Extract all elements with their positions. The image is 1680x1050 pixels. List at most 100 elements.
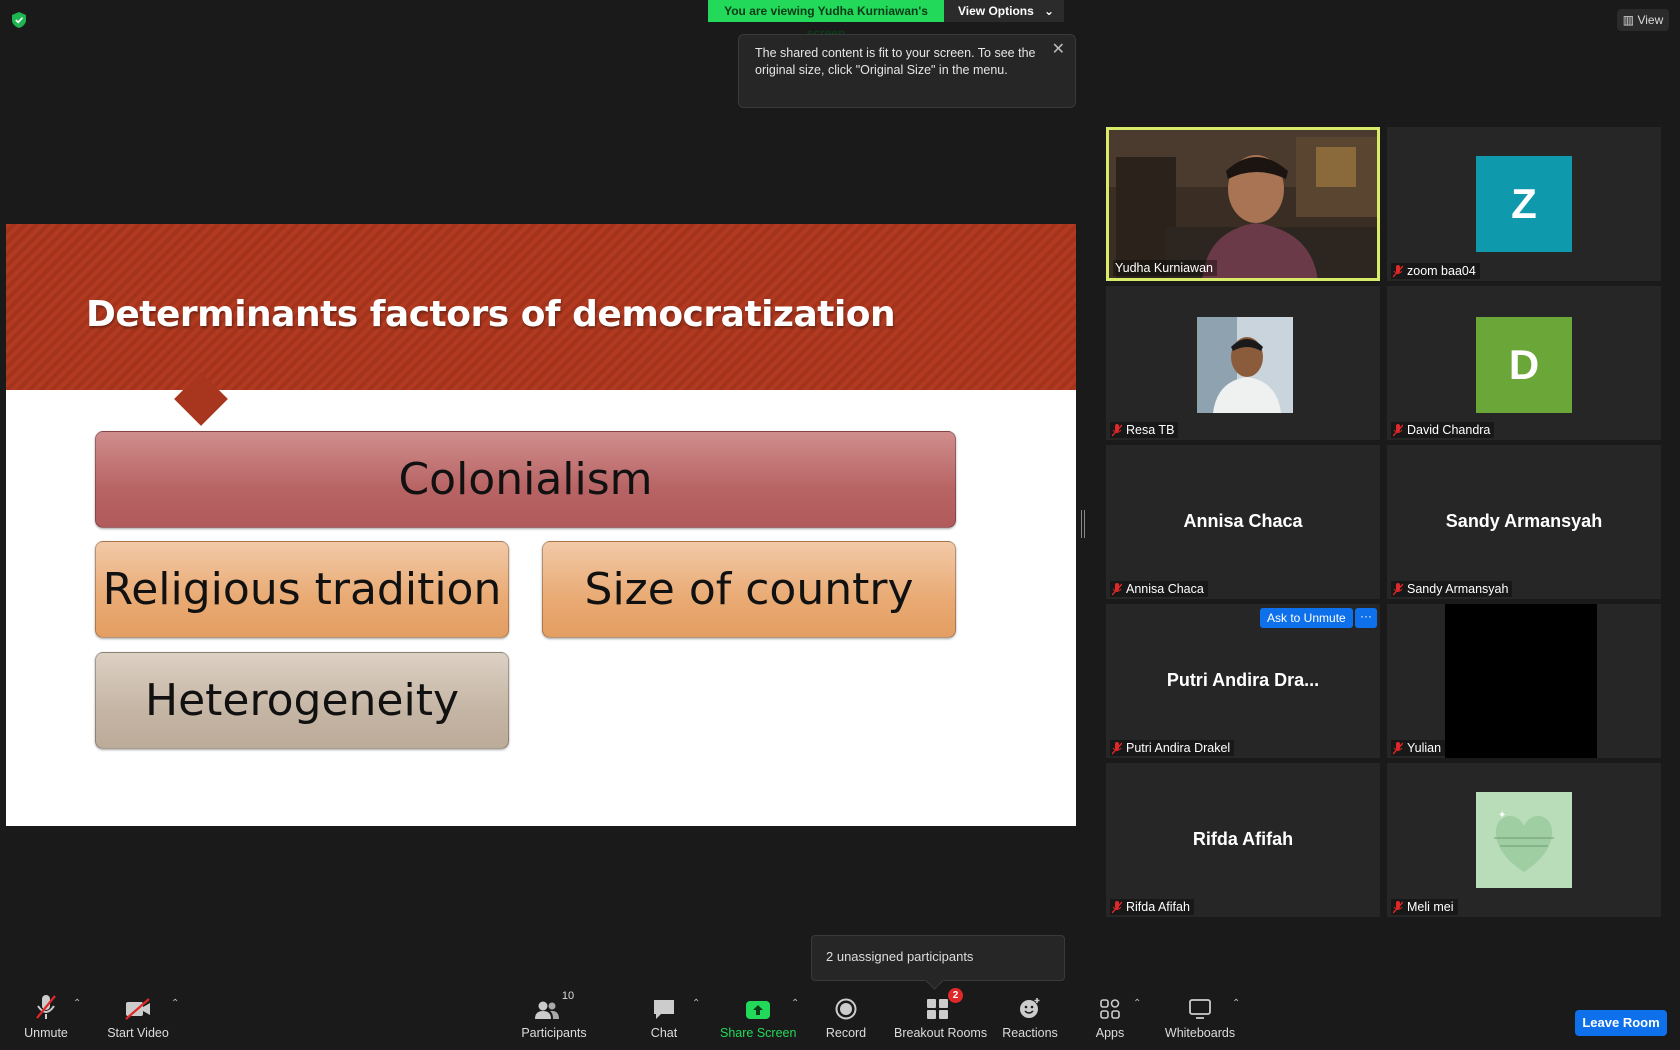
start-video-button[interactable]: Start Video: [104, 990, 172, 1050]
chevron-down-icon: ⌄: [1043, 4, 1054, 18]
unassigned-participants-tooltip: 2 unassigned participants: [811, 935, 1065, 981]
video-options-caret-icon[interactable]: ⌃: [171, 998, 179, 1009]
participants-count: 10: [561, 990, 575, 1002]
participant-name: Annisa Chaca: [1110, 581, 1208, 597]
unmute-label: Unmute: [24, 1026, 68, 1040]
mic-muted-icon: [1112, 582, 1122, 595]
chat-button[interactable]: Chat: [640, 990, 688, 1050]
more-options-button[interactable]: ···: [1355, 608, 1377, 628]
factor-box-religious-tradition: Religious tradition: [95, 541, 509, 638]
viewing-label: You are viewing Yudha Kurniawan's screen: [708, 0, 944, 40]
participant-display-name: Sandy Armansyah: [1445, 511, 1603, 531]
mic-muted-icon: [1112, 741, 1122, 754]
svg-text:✦: ✦: [1498, 810, 1506, 821]
mic-muted-icon: [1393, 582, 1403, 595]
apps-button[interactable]: Apps: [1086, 990, 1134, 1050]
avatar: [1197, 317, 1293, 413]
view-options-button[interactable]: View Options ⌄: [944, 0, 1064, 22]
participants-button[interactable]: 10 Participants: [516, 990, 592, 1050]
participant-name: Sandy Armansyah: [1391, 581, 1513, 597]
panel-resize-handle[interactable]: [1081, 510, 1085, 538]
whiteboard-options-caret-icon[interactable]: ⌃: [1232, 998, 1240, 1009]
unmute-button[interactable]: Unmute: [18, 990, 74, 1050]
chat-options-caret-icon[interactable]: ⌃: [692, 998, 700, 1009]
apps-label: Apps: [1095, 1026, 1125, 1040]
unassigned-text: 2 unassigned participants: [826, 949, 974, 964]
mic-muted-icon: [1393, 423, 1403, 436]
view-button[interactable]: ▥ View: [1617, 9, 1669, 31]
chat-icon: [654, 1000, 674, 1019]
mic-muted-icon: [1393, 264, 1403, 277]
breakout-rooms-icon: [927, 999, 948, 1019]
participant-name: Rifda Afifah: [1110, 899, 1194, 915]
start-video-label: Start Video: [107, 1026, 169, 1040]
whiteboard-icon: [1189, 999, 1211, 1019]
view-options-label: View Options: [958, 4, 1034, 18]
participant-tile-putri[interactable]: Ask to Unmute ··· Putri Andira Dra... Pu…: [1106, 604, 1380, 758]
breakout-rooms-button[interactable]: 2 Breakout Rooms: [894, 988, 988, 1050]
participant-tile-yulian[interactable]: Yulian: [1387, 604, 1661, 758]
meeting-toolbar: Unmute ⌃ Start Video ⌃ 10 Participants C…: [0, 988, 1680, 1050]
avatar: D: [1476, 317, 1572, 413]
record-label: Record: [825, 1026, 867, 1040]
fit-to-screen-tooltip: The shared content is fit to your screen…: [738, 34, 1076, 108]
reactions-button[interactable]: Reactions: [1000, 990, 1060, 1050]
ask-to-unmute-button[interactable]: Ask to Unmute: [1260, 608, 1353, 628]
share-options-caret-icon[interactable]: ⌃: [791, 998, 799, 1009]
shared-screen-slide: Determinants factors of democratization …: [6, 224, 1076, 826]
leave-room-button[interactable]: Leave Room: [1575, 1010, 1667, 1036]
mic-muted-icon: [1393, 900, 1403, 913]
video-off-icon: [125, 998, 150, 1020]
record-icon: [835, 998, 857, 1020]
audio-options-caret-icon[interactable]: ⌃: [73, 998, 81, 1009]
mic-muted-icon: [1112, 900, 1122, 913]
security-shield-icon[interactable]: [12, 12, 26, 28]
participants-label: Participants: [521, 1026, 587, 1040]
participant-tile-david[interactable]: D David Chandra: [1387, 286, 1661, 440]
slide-title: Determinants factors of democratization: [86, 294, 896, 335]
mic-muted-icon: [1112, 423, 1122, 436]
factor-box-size-of-country: Size of country: [542, 541, 956, 638]
avatar: ✦: [1476, 792, 1572, 888]
avatar: Z: [1476, 156, 1572, 252]
participant-tile-sandy[interactable]: Sandy Armansyah Sandy Armansyah: [1387, 445, 1661, 599]
participant-tile-resa[interactable]: Resa TB: [1106, 286, 1380, 440]
view-layout-icon: ▥: [1622, 13, 1635, 27]
participant-tile-rifda[interactable]: Rifda Afifah Rifda Afifah: [1106, 763, 1380, 917]
screen-share-banner: You are viewing Yudha Kurniawan's screen…: [708, 0, 1064, 40]
whiteboards-button[interactable]: Whiteboards: [1160, 990, 1240, 1050]
video-feed: [1109, 130, 1377, 278]
participant-name: zoom baa04: [1391, 263, 1480, 279]
mic-muted-icon: [1393, 741, 1403, 754]
factor-box-heterogeneity: Heterogeneity: [95, 652, 509, 749]
participant-tile-meli[interactable]: ✦ Meli mei: [1387, 763, 1661, 917]
participant-name: David Chandra: [1391, 422, 1495, 438]
participant-name: Yudha Kurniawan: [1113, 260, 1217, 276]
record-button[interactable]: Record: [822, 990, 870, 1050]
reactions-label: Reactions: [1002, 1026, 1058, 1040]
reactions-smiley-icon: [1020, 998, 1040, 1018]
participant-display-name: Rifda Afifah: [1192, 829, 1294, 849]
participant-tile-annisa[interactable]: Annisa Chaca Annisa Chaca: [1106, 445, 1380, 599]
participant-tile-yudha[interactable]: Yudha Kurniawan: [1106, 127, 1380, 281]
factor-box-colonialism: Colonialism: [95, 431, 956, 528]
participant-tile-zoom-baa04[interactable]: Z zoom baa04: [1387, 127, 1661, 281]
apps-options-caret-icon[interactable]: ⌃: [1133, 998, 1141, 1009]
video-feed-black: [1445, 604, 1597, 758]
chat-label: Chat: [650, 1026, 678, 1040]
share-screen-button[interactable]: Share Screen: [720, 990, 796, 1050]
breakout-badge: 2: [948, 988, 963, 1003]
participants-icon: [534, 1001, 559, 1019]
tooltip-text: The shared content is fit to your screen…: [755, 46, 1036, 77]
breakout-rooms-label: Breakout Rooms: [894, 1026, 988, 1040]
close-icon[interactable]: ✕: [1052, 41, 1065, 58]
whiteboards-label: Whiteboards: [1164, 1026, 1236, 1040]
share-screen-icon: [746, 1001, 770, 1019]
participant-name: Putri Andira Drakel: [1110, 740, 1235, 756]
participant-display-name: Putri Andira Dra...: [1166, 670, 1320, 690]
participant-display-name: Annisa Chaca: [1183, 511, 1303, 531]
apps-icon: [1100, 999, 1120, 1019]
participant-name: Yulian: [1391, 740, 1446, 756]
participant-name: Meli mei: [1391, 899, 1458, 915]
view-label: View: [1637, 13, 1664, 27]
